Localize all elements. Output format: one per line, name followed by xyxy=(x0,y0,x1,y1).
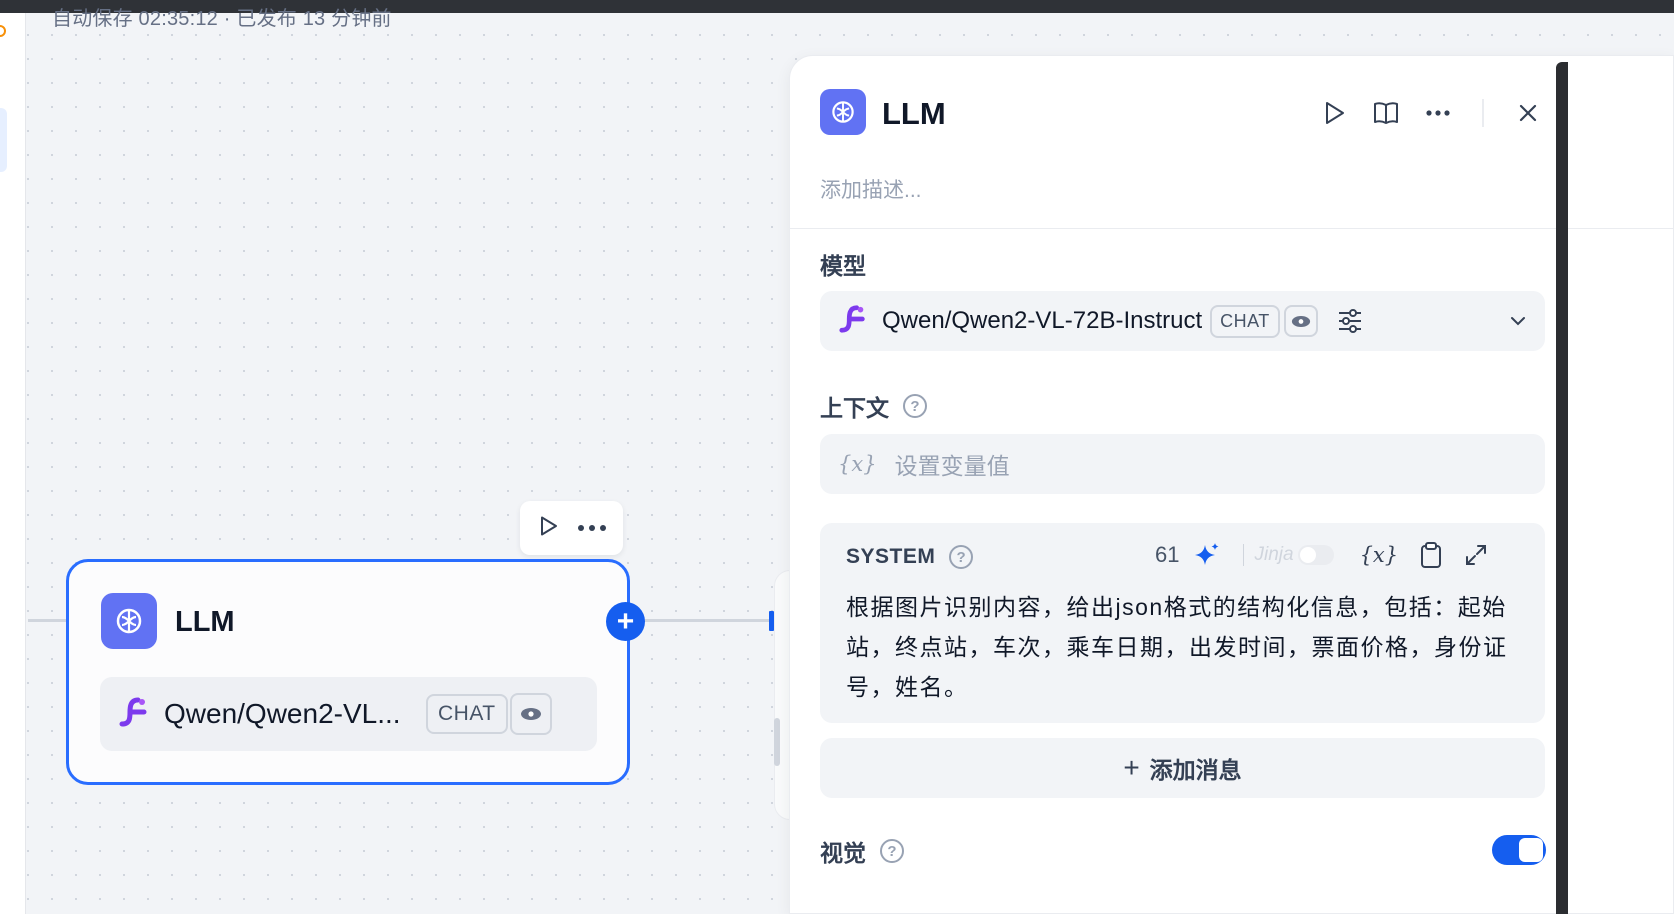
expand-icon[interactable] xyxy=(1464,543,1488,567)
add-next-node-button[interactable]: + xyxy=(606,602,645,641)
model-selector[interactable]: Qwen/Qwen2-VL-72B-Instruct CHAT xyxy=(820,291,1545,351)
edge-outgoing xyxy=(644,619,772,622)
jinja-toggle[interactable] xyxy=(1297,545,1334,565)
help-icon[interactable]: ? xyxy=(880,839,904,863)
divider xyxy=(1482,99,1484,127)
model-provider-icon xyxy=(838,304,868,339)
model-section-label: 模型 xyxy=(820,253,866,279)
llm-brain-icon xyxy=(820,89,866,135)
model-name: Qwen/Qwen2-VL-72B-Instruct xyxy=(882,307,1203,334)
insert-variable-icon[interactable]: {x} xyxy=(1360,543,1399,567)
panel-title[interactable]: LLM xyxy=(882,96,946,132)
model-provider-icon xyxy=(118,696,150,733)
close-icon[interactable] xyxy=(1502,93,1554,133)
mode-tag: CHAT xyxy=(1210,304,1280,338)
node-toolbar xyxy=(520,501,623,555)
ai-generate-sparkle-icon[interactable] xyxy=(1193,541,1221,569)
run-step-icon[interactable] xyxy=(1308,93,1360,133)
llm-node[interactable]: LLM Qwen/Qwen2-VL... CHAT xyxy=(66,559,630,785)
jinja-label: Jinja xyxy=(1254,544,1294,565)
model-params-sliders-icon[interactable] xyxy=(1336,307,1364,335)
vision-eye-icon xyxy=(509,693,552,735)
context-label: 上下文 ? xyxy=(820,389,927,423)
plus-icon: + xyxy=(1123,752,1140,783)
context-placeholder: 设置变量值 xyxy=(894,453,1010,479)
vision-eye-icon xyxy=(1283,305,1318,337)
more-icon[interactable] xyxy=(577,519,607,537)
left-sidebar xyxy=(0,13,26,914)
more-icon[interactable] xyxy=(1412,93,1464,133)
node-title: LLM xyxy=(175,606,235,638)
next-node-handle[interactable] xyxy=(774,718,780,766)
llm-brain-icon xyxy=(101,593,157,649)
panel-scrollbar[interactable] xyxy=(1556,62,1568,914)
description-input[interactable]: 添加描述... xyxy=(820,174,922,204)
node-config-panel: LLM 添加描述... 模型 Qwen/Qwen2-VL-72B-Instruc… xyxy=(789,55,1674,914)
sidebar-active-item[interactable] xyxy=(0,108,7,172)
system-tools: 61 Jinja {x} xyxy=(1155,541,1488,569)
divider xyxy=(790,228,1673,229)
autosave-status: 自动保存 02:35:12 · 已发布 13 分钟前 xyxy=(52,8,392,30)
run-node-icon[interactable] xyxy=(536,514,560,543)
clipboard-icon[interactable] xyxy=(1420,541,1442,569)
vision-toggle[interactable] xyxy=(1492,835,1546,865)
status-indicator-icon xyxy=(0,25,6,37)
edge-target-handle[interactable] xyxy=(769,611,774,631)
system-label: SYSTEM ? xyxy=(846,545,974,569)
char-count: 61 xyxy=(1155,542,1180,567)
edge-incoming xyxy=(28,619,68,622)
add-message-button[interactable]: + 添加消息 xyxy=(820,738,1545,798)
node-model-summary[interactable]: Qwen/Qwen2-VL... CHAT xyxy=(100,677,597,751)
mode-tag: CHAT xyxy=(426,694,508,734)
docs-book-icon[interactable] xyxy=(1360,93,1412,133)
help-icon[interactable]: ? xyxy=(903,394,927,418)
system-prompt-text[interactable]: 根据图片识别内容，给出json格式的结构化信息，包括：起始站，终点站，车次，乘车… xyxy=(846,587,1526,707)
chevron-down-icon[interactable] xyxy=(1509,315,1527,327)
panel-actions xyxy=(1308,93,1554,133)
variable-icon: {x} xyxy=(838,452,877,476)
vision-label: 视觉 ? xyxy=(820,834,904,868)
context-variable-input[interactable]: {x} 设置变量值 xyxy=(820,434,1545,494)
node-model-name: Qwen/Qwen2-VL... xyxy=(164,698,401,729)
help-icon[interactable]: ? xyxy=(949,545,974,569)
divider xyxy=(1243,544,1245,566)
system-prompt-box[interactable]: SYSTEM ? 61 Jinja {x} 根据图片识别内容，给出json格式的… xyxy=(820,523,1545,723)
